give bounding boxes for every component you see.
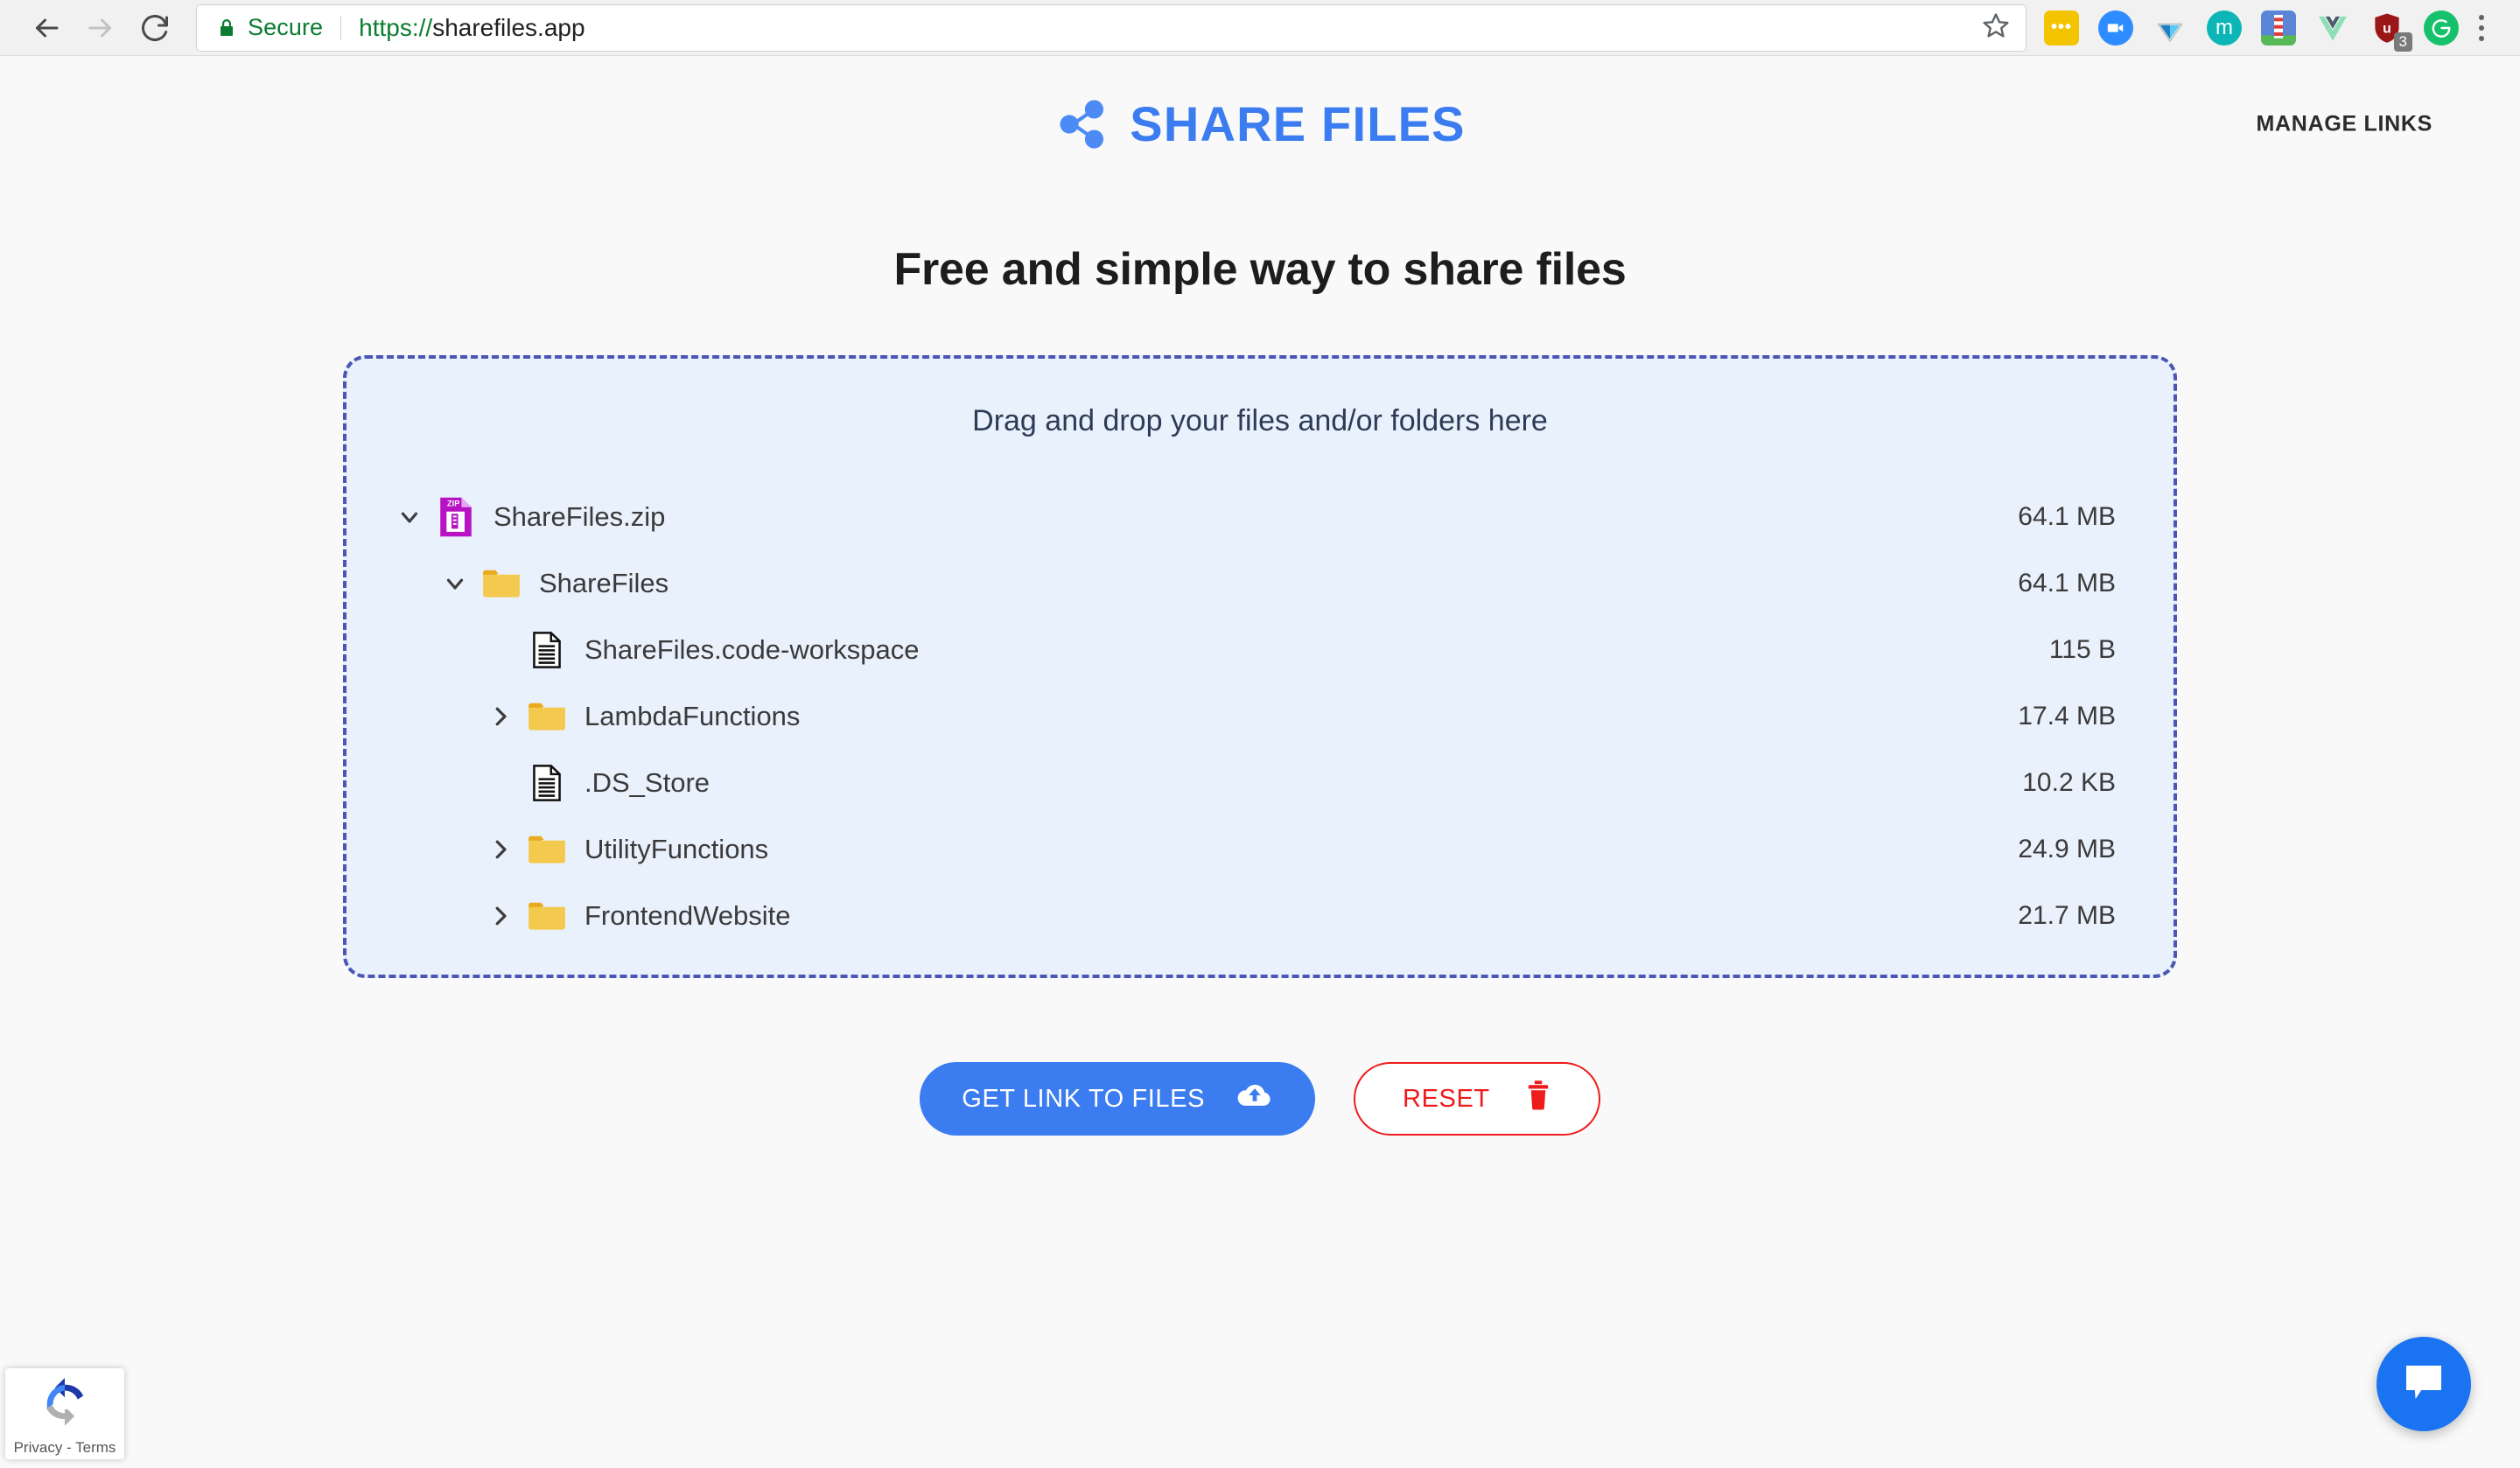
file-size: 17.4 MB — [2018, 702, 2116, 731]
kebab-menu-icon — [2479, 14, 2484, 20]
file-size: 64.1 MB — [2018, 502, 2116, 531]
file-name: UtilityFunctions — [584, 834, 769, 864]
document-icon — [523, 631, 570, 669]
browser-toolbar: Secure https://sharefiles.app ••• m u 3 — [0, 0, 2520, 56]
address-bar[interactable]: Secure https://sharefiles.app — [196, 3, 2026, 52]
star-icon — [1982, 11, 2010, 44]
file-tree-row[interactable]: UtilityFunctions 24.9 MB — [387, 816, 2116, 883]
trash-icon — [1525, 1080, 1551, 1118]
forward-arrow-icon — [85, 12, 116, 44]
bookmark-button[interactable] — [1982, 11, 2010, 44]
forward-button[interactable] — [74, 1, 128, 55]
page-headline: Free and simple way to share files — [893, 244, 1627, 295]
file-tree-row[interactable]: LambdaFunctions 17.4 MB — [387, 683, 2116, 750]
manage-links-button[interactable]: MANAGE LINKS — [2257, 112, 2432, 137]
file-name: LambdaFunctions — [584, 701, 801, 731]
get-link-label: GET LINK TO FILES — [962, 1084, 1206, 1113]
browser-extensions: ••• m u 3 — [2044, 10, 2459, 52]
action-buttons: GET LINK TO FILES RESET — [0, 1062, 2520, 1136]
chat-bubble-icon — [2401, 1362, 2446, 1407]
browser-menu-button[interactable] — [2462, 7, 2501, 49]
lock-icon — [216, 16, 237, 40]
file-size: 115 B — [2048, 635, 2116, 664]
lighthouse-extension-icon[interactable] — [2261, 10, 2296, 45]
zoom-extension-icon[interactable] — [2098, 10, 2133, 45]
file-dropzone[interactable]: Drag and drop your files and/or folders … — [343, 355, 2177, 978]
file-tree-row[interactable]: FrontendWebsite 21.7 MB — [387, 883, 2116, 949]
chevron-down-icon[interactable] — [432, 570, 478, 597]
document-icon — [523, 764, 570, 802]
cloud-upload-icon — [1236, 1080, 1273, 1117]
chevron-right-icon[interactable] — [478, 903, 523, 929]
omnibox-divider — [340, 15, 342, 40]
mendeley-extension-icon[interactable]: m — [2207, 10, 2242, 45]
reset-label: RESET — [1403, 1084, 1490, 1113]
back-arrow-icon — [31, 12, 62, 44]
file-name: .DS_Store — [584, 767, 710, 798]
recaptcha-badge[interactable]: Privacy - Terms — [5, 1368, 124, 1459]
get-link-to-files-button[interactable]: GET LINK TO FILES — [920, 1062, 1316, 1136]
grammarly-extension-icon[interactable] — [2424, 10, 2459, 45]
file-size: 64.1 MB — [2018, 569, 2116, 598]
file-tree: ZIP ShareFiles.zip 64.1 MB ShareFiles 64.1 M… — [346, 484, 2174, 949]
file-size: 10.2 KB — [2022, 768, 2116, 797]
extension-badge-count: 3 — [2393, 31, 2412, 52]
file-name: ShareFiles.zip — [494, 501, 666, 532]
url-scheme: https:// — [359, 13, 433, 41]
chevron-right-icon[interactable] — [478, 703, 523, 730]
diamond-extension-icon[interactable] — [2152, 10, 2188, 45]
dropzone-prompt: Drag and drop your files and/or folders … — [972, 404, 1548, 437]
file-tree-row[interactable]: ShareFiles.code-workspace 115 B — [387, 617, 2116, 683]
dots-extension-icon[interactable]: ••• — [2044, 10, 2079, 45]
zip-file-icon: ZIP — [432, 496, 480, 538]
recaptcha-logo-icon — [38, 1377, 92, 1436]
reload-icon — [139, 12, 171, 44]
file-tree-row[interactable]: ZIP ShareFiles.zip 64.1 MB — [387, 484, 2116, 550]
folder-icon — [523, 833, 570, 866]
file-size: 24.9 MB — [2018, 835, 2116, 863]
chevron-down-icon[interactable] — [387, 504, 432, 530]
site-header: SHARE FILES MANAGE LINKS — [0, 82, 2520, 166]
file-name: ShareFiles.code-workspace — [584, 634, 920, 665]
reload-button[interactable] — [128, 1, 182, 55]
url-text: https://sharefiles.app — [359, 14, 1982, 42]
ublock-origin-extension-icon[interactable]: u 3 — [2370, 10, 2412, 52]
site-logo-text: SHARE FILES — [1130, 96, 1466, 151]
folder-icon — [523, 899, 570, 933]
reset-button[interactable]: RESET — [1354, 1062, 1600, 1136]
vue-devtools-extension-icon[interactable] — [2315, 10, 2350, 45]
url-host: sharefiles.app — [432, 13, 585, 41]
file-name: FrontendWebsite — [584, 900, 791, 931]
recaptcha-privacy-terms-link[interactable]: Privacy - Terms — [14, 1439, 116, 1457]
svg-text:ZIP: ZIP — [447, 499, 459, 507]
chevron-right-icon[interactable] — [478, 836, 523, 863]
share-nodes-icon — [1054, 97, 1109, 151]
chat-widget-button[interactable] — [2376, 1337, 2471, 1431]
file-size: 21.7 MB — [2018, 901, 2116, 930]
security-status-label: Secure — [248, 14, 324, 40]
site-logo[interactable]: SHARE FILES — [1054, 97, 1465, 151]
folder-icon — [478, 567, 525, 600]
file-tree-row[interactable]: ShareFiles 64.1 MB — [387, 550, 2116, 617]
svg-text:u: u — [2383, 21, 2391, 36]
back-button[interactable] — [19, 1, 74, 55]
file-name: ShareFiles — [539, 568, 669, 598]
folder-icon — [523, 700, 570, 733]
file-tree-row[interactable]: .DS_Store 10.2 KB — [387, 750, 2116, 816]
